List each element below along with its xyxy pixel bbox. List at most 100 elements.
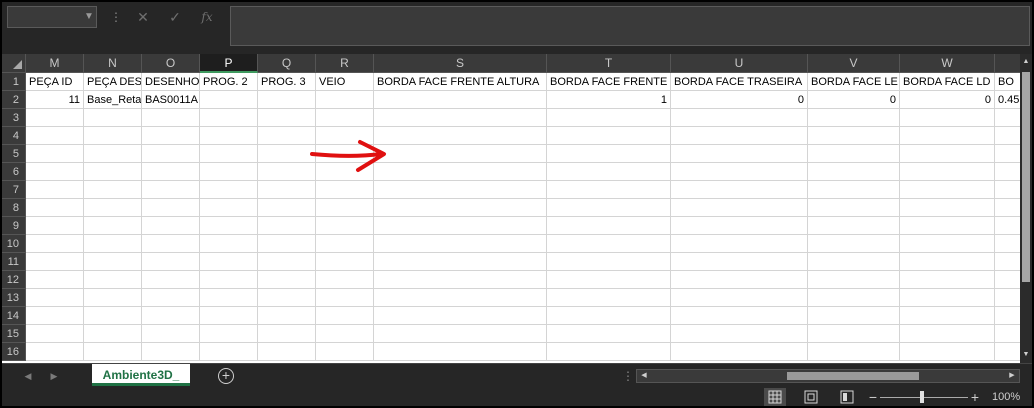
empty-cell[interactable] bbox=[900, 127, 995, 145]
data-cell[interactable] bbox=[316, 91, 374, 109]
empty-cell[interactable] bbox=[258, 235, 316, 253]
worksheet-grid[interactable]: MNOPQRSTUVW 1 2 3 4 5 6 7 8 9 10 11 12 13 14 15 16 PEÇA… bbox=[2, 54, 1020, 363]
empty-cell[interactable] bbox=[200, 127, 258, 145]
empty-cell[interactable] bbox=[808, 199, 900, 217]
empty-cell[interactable] bbox=[671, 253, 808, 271]
empty-cell[interactable] bbox=[808, 271, 900, 289]
empty-cell[interactable] bbox=[26, 109, 84, 127]
data-cell[interactable] bbox=[258, 91, 316, 109]
empty-cell[interactable] bbox=[995, 271, 1020, 289]
scroll-down-arrow-icon[interactable]: ▼ bbox=[1020, 349, 1032, 361]
column-header-t[interactable]: T bbox=[547, 54, 671, 73]
empty-cell[interactable] bbox=[808, 253, 900, 271]
empty-cell[interactable] bbox=[316, 109, 374, 127]
empty-cell[interactable] bbox=[142, 199, 200, 217]
header-cell[interactable]: PROG. 2 bbox=[200, 73, 258, 91]
empty-cell[interactable] bbox=[374, 325, 547, 343]
empty-cell[interactable] bbox=[374, 271, 547, 289]
empty-cell[interactable] bbox=[900, 181, 995, 199]
empty-cell[interactable] bbox=[200, 253, 258, 271]
empty-cell[interactable] bbox=[26, 343, 84, 361]
empty-cell[interactable] bbox=[995, 343, 1020, 361]
column-header-x[interactable] bbox=[995, 54, 1020, 73]
empty-cell[interactable] bbox=[995, 253, 1020, 271]
empty-cell[interactable] bbox=[316, 325, 374, 343]
empty-cell[interactable] bbox=[547, 127, 671, 145]
header-cell[interactable]: PROG. 3 bbox=[258, 73, 316, 91]
empty-cell[interactable] bbox=[26, 163, 84, 181]
empty-cell[interactable] bbox=[374, 289, 547, 307]
empty-cell[interactable] bbox=[900, 199, 995, 217]
empty-cell[interactable] bbox=[808, 307, 900, 325]
row-header[interactable]: 15 bbox=[2, 325, 26, 343]
empty-cell[interactable] bbox=[547, 253, 671, 271]
empty-cell[interactable] bbox=[995, 307, 1020, 325]
scroll-up-arrow-icon[interactable]: ▲ bbox=[1020, 56, 1032, 68]
empty-cell[interactable] bbox=[808, 235, 900, 253]
empty-cell[interactable] bbox=[900, 235, 995, 253]
empty-cell[interactable] bbox=[547, 289, 671, 307]
header-cell[interactable]: BORDA FACE TRASEIRA bbox=[671, 73, 808, 91]
empty-cell[interactable] bbox=[808, 325, 900, 343]
page-break-view-button[interactable] bbox=[836, 388, 858, 406]
empty-cell[interactable] bbox=[316, 343, 374, 361]
row-header[interactable]: 14 bbox=[2, 307, 26, 325]
empty-cell[interactable] bbox=[258, 289, 316, 307]
empty-cell[interactable] bbox=[84, 109, 142, 127]
row-header[interactable]: 4 bbox=[2, 127, 26, 145]
empty-cell[interactable] bbox=[84, 343, 142, 361]
empty-cell[interactable] bbox=[547, 307, 671, 325]
empty-cell[interactable] bbox=[547, 163, 671, 181]
empty-cell[interactable] bbox=[374, 163, 547, 181]
data-cell[interactable]: 0.45 bbox=[995, 91, 1020, 109]
empty-cell[interactable] bbox=[671, 145, 808, 163]
empty-cell[interactable] bbox=[671, 163, 808, 181]
empty-cell[interactable] bbox=[200, 325, 258, 343]
empty-cell[interactable] bbox=[26, 307, 84, 325]
empty-cell[interactable] bbox=[26, 325, 84, 343]
empty-cell[interactable] bbox=[142, 127, 200, 145]
empty-cell[interactable] bbox=[900, 145, 995, 163]
header-cell[interactable]: BORDA FACE FRENTE ALTURA bbox=[374, 73, 547, 91]
empty-cell[interactable] bbox=[808, 289, 900, 307]
empty-cell[interactable] bbox=[900, 217, 995, 235]
empty-cell[interactable] bbox=[142, 235, 200, 253]
empty-cell[interactable] bbox=[808, 127, 900, 145]
column-header-o[interactable]: O bbox=[142, 54, 200, 73]
empty-cell[interactable] bbox=[142, 253, 200, 271]
empty-cell[interactable] bbox=[316, 271, 374, 289]
empty-cell[interactable] bbox=[900, 343, 995, 361]
empty-cell[interactable] bbox=[900, 253, 995, 271]
column-header-r[interactable]: R bbox=[316, 54, 374, 73]
empty-cell[interactable] bbox=[995, 199, 1020, 217]
empty-cell[interactable] bbox=[374, 235, 547, 253]
scroll-right-arrow-icon[interactable]: ▶ bbox=[1006, 370, 1018, 382]
header-cell[interactable]: DESENHO bbox=[142, 73, 200, 91]
empty-cell[interactable] bbox=[84, 307, 142, 325]
column-header-u[interactable]: U bbox=[671, 54, 808, 73]
empty-cell[interactable] bbox=[995, 127, 1020, 145]
horizontal-scrollbar[interactable]: ◀ ▶ bbox=[636, 369, 1020, 383]
page-layout-view-button[interactable] bbox=[800, 388, 822, 406]
empty-cell[interactable] bbox=[200, 307, 258, 325]
empty-cell[interactable] bbox=[374, 109, 547, 127]
horizontal-scroll-thumb[interactable] bbox=[787, 372, 919, 380]
column-header-p[interactable]: P bbox=[200, 54, 258, 73]
data-cell[interactable]: 11 bbox=[26, 91, 84, 109]
row-header[interactable]: 8 bbox=[2, 199, 26, 217]
zoom-out-icon[interactable]: − bbox=[868, 388, 878, 406]
empty-cell[interactable] bbox=[671, 235, 808, 253]
empty-cell[interactable] bbox=[374, 181, 547, 199]
empty-cell[interactable] bbox=[142, 325, 200, 343]
empty-cell[interactable] bbox=[142, 307, 200, 325]
empty-cell[interactable] bbox=[547, 235, 671, 253]
column-header-n[interactable]: N bbox=[84, 54, 142, 73]
prev-sheet-icon[interactable]: ◀ bbox=[22, 364, 34, 388]
row-header[interactable]: 6 bbox=[2, 163, 26, 181]
row-header[interactable]: 12 bbox=[2, 271, 26, 289]
data-cell[interactable]: Base_Reta bbox=[84, 91, 142, 109]
vertical-scrollbar[interactable]: ▲ ▼ bbox=[1020, 54, 1032, 363]
empty-cell[interactable] bbox=[547, 217, 671, 235]
empty-cell[interactable] bbox=[995, 235, 1020, 253]
empty-cell[interactable] bbox=[26, 289, 84, 307]
